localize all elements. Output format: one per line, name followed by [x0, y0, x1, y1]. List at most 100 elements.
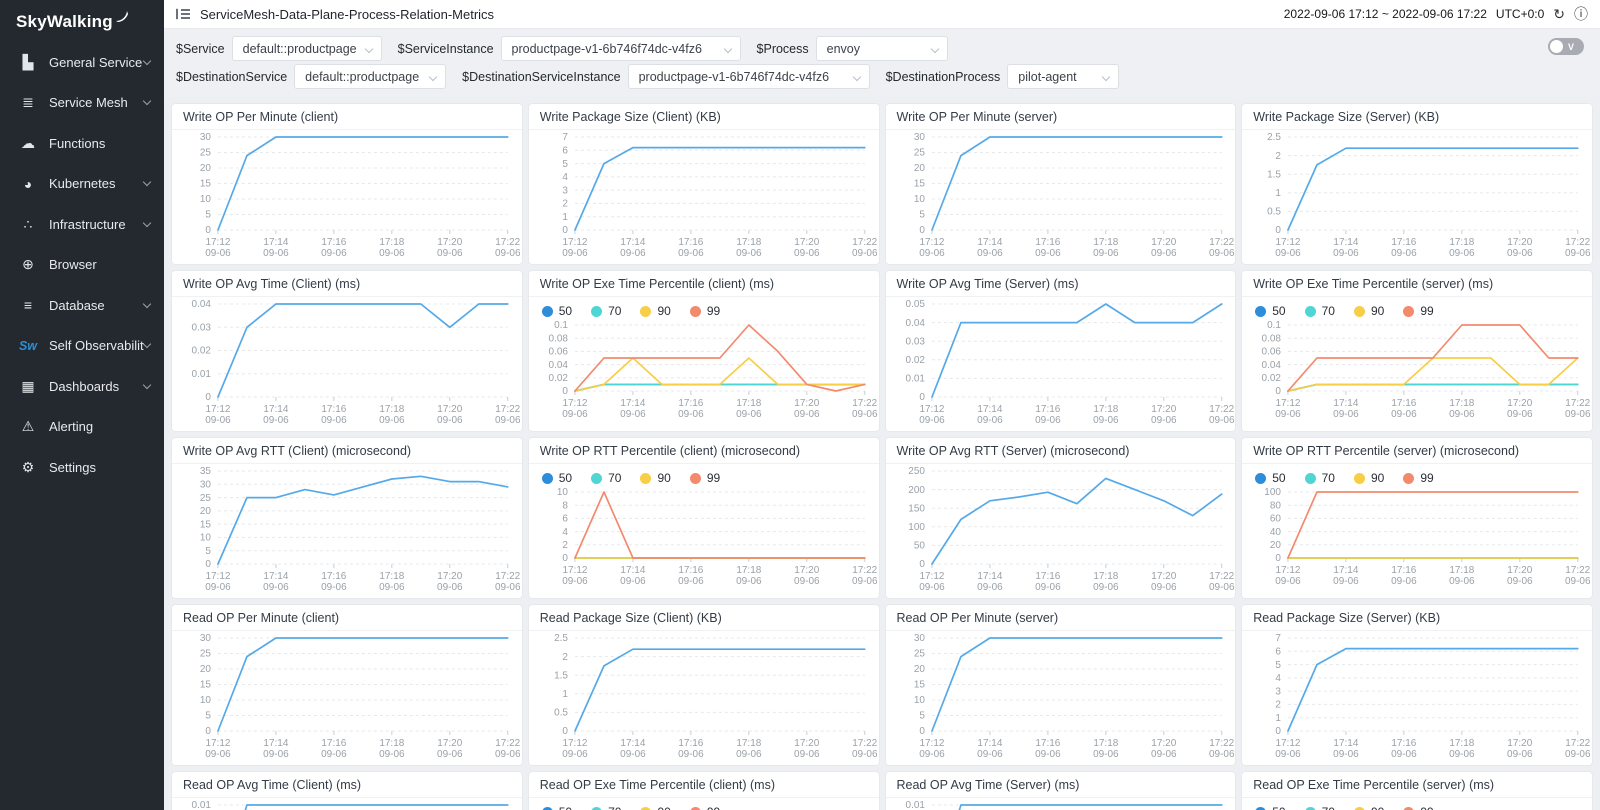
chart-plot[interactable]: 00.020.040.060.080.117:1209-0617:1409-06…: [529, 318, 879, 424]
sidebar-item-self-observability[interactable]: SwSelf Observability: [0, 326, 164, 367]
sidebar-item-dashboards[interactable]: ▦Dashboards: [0, 366, 164, 407]
chart-plot[interactable]: 024681017:1209-0617:1409-0617:1609-0617:…: [529, 485, 879, 591]
svg-text:17:12: 17:12: [205, 237, 230, 248]
legend-item[interactable]: 50: [1255, 304, 1285, 318]
filter-select[interactable]: default::productpage: [232, 36, 382, 61]
chart-plot[interactable]: 00.511.522.517:1209-0617:1409-0617:1609-…: [529, 631, 879, 764]
legend-item[interactable]: 50: [542, 471, 572, 485]
skywalking-logo[interactable]: SkyWalking: [0, 0, 164, 42]
chart-plot[interactable]: 00.020.040.060.080.117:1209-0617:1409-06…: [1242, 318, 1592, 424]
svg-text:09-06: 09-06: [379, 749, 405, 760]
legend-item[interactable]: 99: [690, 304, 720, 318]
chart-plot[interactable]: 05101520253017:1209-0617:1409-0617:1609-…: [886, 631, 1236, 764]
legend-dot-icon: [690, 807, 701, 810]
svg-text:17:20: 17:20: [437, 237, 462, 248]
filter-select[interactable]: productpage-v1-6b746f74dc-v4fz6: [628, 64, 870, 89]
logo-text: SkyWalking: [16, 12, 113, 32]
legend-item[interactable]: 90: [1354, 471, 1384, 485]
legend-item[interactable]: 70: [591, 805, 621, 810]
refresh-icon[interactable]: ↻: [1553, 7, 1565, 21]
chart-plot[interactable]: 02040608010017:1209-0617:1409-0617:1609-…: [1242, 485, 1592, 591]
legend-item[interactable]: 70: [1305, 471, 1335, 485]
legend-item[interactable]: 70: [1305, 304, 1335, 318]
svg-text:6: 6: [562, 145, 568, 156]
chart-plot[interactable]: 00.0117:1209-0617:1409-0617:1609-0617:18…: [172, 798, 522, 810]
utc-offset[interactable]: UTC+0:0: [1496, 7, 1544, 21]
legend-item[interactable]: 70: [591, 304, 621, 318]
svg-text:09-06: 09-06: [1449, 409, 1475, 420]
chart-plot[interactable]: 05010015020025017:1209-0617:1409-0617:16…: [886, 464, 1236, 597]
legend-item[interactable]: 70: [1305, 805, 1335, 810]
chart-card: Read OP Exe Time Percentile (client) (ms…: [529, 772, 879, 810]
svg-text:17:22: 17:22: [495, 571, 520, 582]
chevron-down-icon: [143, 381, 151, 389]
svg-text:17:12: 17:12: [1276, 738, 1301, 749]
chart-title: Write Package Size (Client) (KB): [529, 104, 879, 130]
svg-text:17:20: 17:20: [1151, 404, 1176, 415]
svg-text:17:12: 17:12: [919, 404, 944, 415]
dashboard-list-icon[interactable]: [176, 8, 191, 20]
svg-text:09-06: 09-06: [678, 576, 704, 587]
chart-plot[interactable]: 05101520253017:1209-0617:1409-0617:1609-…: [886, 130, 1236, 263]
legend-item[interactable]: 90: [640, 471, 670, 485]
svg-text:09-06: 09-06: [1035, 415, 1061, 426]
svg-text:1: 1: [562, 212, 568, 223]
sidebar-item-general-service[interactable]: ▙General Service: [0, 42, 164, 83]
sidebar-item-kubernetes[interactable]: ◕Kubernetes: [0, 164, 164, 205]
chart-plot[interactable]: 0123456717:1209-0617:1409-0617:1609-0617…: [529, 130, 879, 263]
info-icon[interactable]: ⓘ: [1574, 7, 1588, 21]
sidebar-item-infrastructure[interactable]: ∴Infrastructure: [0, 204, 164, 245]
chart-plot[interactable]: 00.0117:1209-0617:1409-0617:1609-0617:18…: [886, 798, 1236, 810]
legend-item[interactable]: 70: [591, 471, 621, 485]
alert-icon: ⚠: [18, 418, 38, 435]
legend-item[interactable]: 50: [1255, 805, 1285, 810]
svg-text:17:16: 17:16: [678, 565, 703, 576]
legend-item[interactable]: 90: [640, 805, 670, 810]
legend-item[interactable]: 99: [1403, 805, 1433, 810]
chart-plot[interactable]: 05101520253017:1209-0617:1409-0617:1609-…: [172, 631, 522, 764]
chart-plot[interactable]: 0123456717:1209-0617:1409-0617:1609-0617…: [1242, 631, 1592, 764]
chart-card: Write OP Avg RTT (Server) (microsecond)0…: [886, 438, 1236, 598]
svg-text:0: 0: [919, 225, 925, 236]
svg-text:0.5: 0.5: [554, 708, 568, 719]
chart-plot[interactable]: 05101520253017:1209-0617:1409-0617:1609-…: [172, 130, 522, 263]
svg-text:17:16: 17:16: [1392, 565, 1417, 576]
time-range[interactable]: 2022-09-06 17:12 ~ 2022-09-06 17:22: [1284, 7, 1487, 21]
chart-plot[interactable]: 00.511.522.517:1209-0617:1409-0617:1609-…: [1242, 130, 1592, 263]
svg-text:0.08: 0.08: [1262, 333, 1282, 344]
sidebar-item-service-mesh[interactable]: ≣Service Mesh: [0, 83, 164, 124]
legend-item[interactable]: 99: [690, 471, 720, 485]
chart-plot[interactable]: 00.010.020.030.0417:1209-0617:1409-0617:…: [172, 297, 522, 430]
filter-label: $Service: [176, 42, 225, 56]
legend-label: 90: [657, 805, 670, 810]
legend-item[interactable]: 50: [1255, 471, 1285, 485]
svg-text:5: 5: [1276, 660, 1282, 671]
legend-dot-icon: [690, 306, 701, 317]
legend-item[interactable]: 50: [542, 304, 572, 318]
view-toggle[interactable]: V: [1548, 38, 1584, 55]
svg-text:17:16: 17:16: [1035, 404, 1060, 415]
svg-text:10: 10: [200, 194, 212, 205]
filter-select[interactable]: default::productpage: [294, 64, 446, 89]
sidebar-item-functions[interactable]: ☁Functions: [0, 123, 164, 164]
sidebar-item-database[interactable]: ≡Database: [0, 285, 164, 326]
legend-item[interactable]: 99: [690, 805, 720, 810]
filter-select[interactable]: pilot-agent: [1007, 64, 1119, 89]
legend-item[interactable]: 99: [1403, 471, 1433, 485]
svg-text:17:18: 17:18: [1450, 738, 1475, 749]
svg-text:40: 40: [1270, 527, 1282, 538]
filter-select[interactable]: productpage-v1-6b746f74dc-v4fz6: [501, 36, 741, 61]
sidebar-item-browser[interactable]: ⊕Browser: [0, 245, 164, 286]
legend-item[interactable]: 90: [1354, 805, 1384, 810]
legend-item[interactable]: 90: [640, 304, 670, 318]
filter-select[interactable]: envoy: [816, 36, 948, 61]
svg-text:0.5: 0.5: [1267, 207, 1281, 218]
legend-item[interactable]: 90: [1354, 304, 1384, 318]
sidebar-item-alerting[interactable]: ⚠Alerting: [0, 407, 164, 448]
database-icon: ≡: [18, 297, 38, 313]
chart-plot[interactable]: 0510152025303517:1209-0617:1409-0617:160…: [172, 464, 522, 597]
sidebar-item-settings[interactable]: ⚙Settings: [0, 447, 164, 488]
chart-plot[interactable]: 00.010.020.030.040.0517:1209-0617:1409-0…: [886, 297, 1236, 430]
legend-item[interactable]: 50: [542, 805, 572, 810]
legend-item[interactable]: 99: [1403, 304, 1433, 318]
